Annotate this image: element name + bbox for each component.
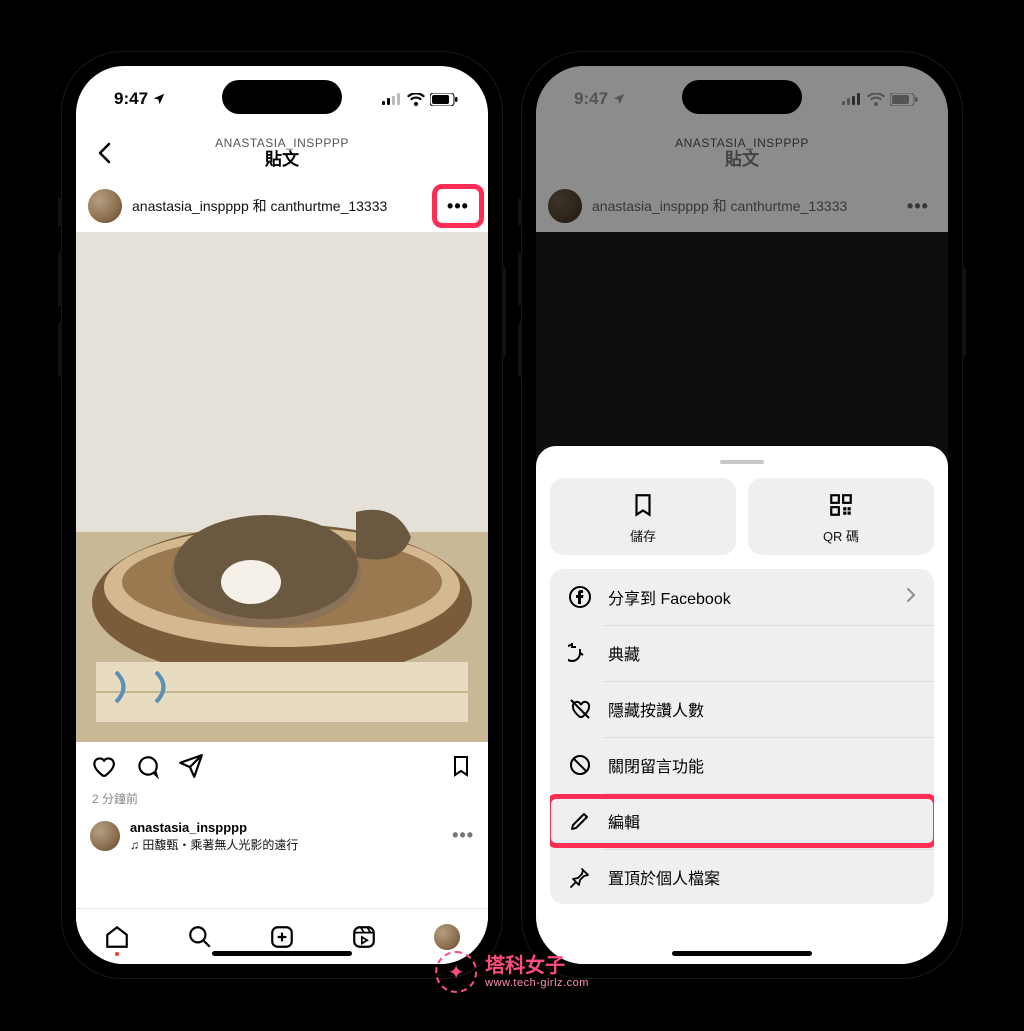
qr-icon: [828, 492, 854, 518]
battery-icon: [890, 93, 918, 106]
home-indicator[interactable]: [212, 951, 352, 956]
nav-title: 貼文: [215, 150, 349, 170]
tab-profile[interactable]: [432, 922, 462, 952]
no-comment-icon: [568, 753, 592, 777]
post-header: anastasia_inspppp 和 canthurtme_13333 •••: [536, 180, 948, 232]
sheet-qr-button[interactable]: QR 碼: [748, 478, 934, 555]
action-bar: [76, 742, 488, 790]
watermark-url: www.tech-girlz.com: [485, 977, 589, 989]
signal-icon: [842, 93, 862, 105]
comment-icon[interactable]: [134, 753, 160, 779]
edit-icon: [568, 809, 592, 833]
nav-title: 貼文: [675, 150, 809, 170]
sheet-handle[interactable]: [720, 460, 764, 464]
pin-icon: [568, 865, 592, 889]
menu-label: 隱藏按讚人數: [608, 697, 704, 721]
menu-label: 典藏: [608, 641, 640, 665]
facebook-icon: [568, 585, 592, 609]
caption-more-icon[interactable]: •••: [452, 825, 474, 846]
status-time: 9:47: [114, 89, 148, 109]
battery-icon: [430, 93, 458, 106]
menu-label: 關閉留言功能: [608, 753, 704, 777]
menu-pin[interactable]: 置頂於個人檔案: [550, 849, 934, 904]
post-image[interactable]: [76, 232, 488, 742]
action-sheet: 儲存 QR 碼 分享到 Facebook 典藏: [536, 446, 948, 964]
watermark-badge-icon: ✦: [435, 951, 477, 993]
bookmark-icon: [630, 492, 656, 518]
sheet-menu: 分享到 Facebook 典藏 隱藏按讚人數 關閉留言功能: [550, 569, 934, 904]
dynamic-island: [222, 80, 342, 114]
avatar[interactable]: [88, 189, 122, 223]
more-button[interactable]: •••: [440, 188, 476, 224]
phone-left: 9:47 ANASTASIA_INSPPPP 貼文: [62, 52, 502, 978]
avatar: [548, 189, 582, 223]
menu-label: 分享到 Facebook: [608, 585, 731, 609]
caption-username[interactable]: anastasia_inspppp: [130, 819, 442, 837]
wifi-icon: [407, 93, 425, 106]
screen-action-sheet: 9:47 ANASTASIA_INSPPPP 貼文 anastasia_insp…: [536, 66, 948, 964]
avatar[interactable]: [90, 821, 120, 851]
tab-reels[interactable]: [349, 922, 379, 952]
like-icon[interactable]: [90, 753, 116, 779]
tab-create[interactable]: [267, 922, 297, 952]
status-right-icons: [842, 93, 918, 106]
menu-share-facebook[interactable]: 分享到 Facebook: [550, 569, 934, 625]
more-button: •••: [900, 188, 936, 224]
back-button[interactable]: [90, 139, 118, 167]
menu-archive[interactable]: 典藏: [550, 625, 934, 681]
dynamic-island: [682, 80, 802, 114]
nav-header: ANASTASIA_INSPPPP 貼文: [76, 126, 488, 180]
menu-hide-likes[interactable]: 隱藏按讚人數: [550, 681, 934, 737]
location-icon: [152, 92, 166, 106]
archive-icon: [568, 641, 592, 665]
caption-music: ♫ 田馥甄・乘著無人光影的遠行: [130, 837, 442, 853]
menu-label: 置頂於個人檔案: [608, 865, 720, 889]
sheet-save-label: 儲存: [630, 526, 656, 545]
nav-subtitle: ANASTASIA_INSPPPP: [675, 136, 809, 150]
share-icon[interactable]: [178, 753, 204, 779]
wifi-icon: [867, 93, 885, 106]
screen-post-view: 9:47 ANASTASIA_INSPPPP 貼文: [76, 66, 488, 964]
nav-header: ANASTASIA_INSPPPP 貼文: [536, 126, 948, 180]
tab-home[interactable]: [102, 922, 132, 952]
home-indicator[interactable]: [672, 951, 812, 956]
post-author-line: anastasia_inspppp 和 canthurtme_13333: [592, 196, 890, 216]
chevron-right-icon: [906, 587, 916, 608]
status-time: 9:47: [574, 89, 608, 109]
sheet-qr-label: QR 碼: [823, 526, 859, 545]
sheet-save-button[interactable]: 儲存: [550, 478, 736, 555]
menu-disable-comments[interactable]: 關閉留言功能: [550, 737, 934, 793]
location-icon: [612, 92, 626, 106]
tab-search[interactable]: [185, 922, 215, 952]
hide-likes-icon: [568, 697, 592, 721]
watermark: ✦ 塔科女子 www.tech-girlz.com: [435, 951, 589, 993]
post-author-line[interactable]: anastasia_inspppp 和 canthurtme_13333: [132, 196, 430, 216]
menu-label: 編輯: [608, 809, 640, 833]
post-timestamp: 2 分鐘前: [76, 790, 488, 815]
caption-row: anastasia_inspppp ♫ 田馥甄・乘著無人光影的遠行 •••: [76, 815, 488, 857]
signal-icon: [382, 93, 402, 105]
bookmark-icon[interactable]: [448, 753, 474, 779]
phone-right: 9:47 ANASTASIA_INSPPPP 貼文 anastasia_insp…: [522, 52, 962, 978]
nav-subtitle: ANASTASIA_INSPPPP: [215, 136, 349, 150]
status-right-icons: [382, 93, 458, 106]
menu-edit[interactable]: 編輯: [550, 793, 934, 849]
watermark-title: 塔科女子: [485, 955, 589, 977]
post-header: anastasia_inspppp 和 canthurtme_13333 •••: [76, 180, 488, 232]
